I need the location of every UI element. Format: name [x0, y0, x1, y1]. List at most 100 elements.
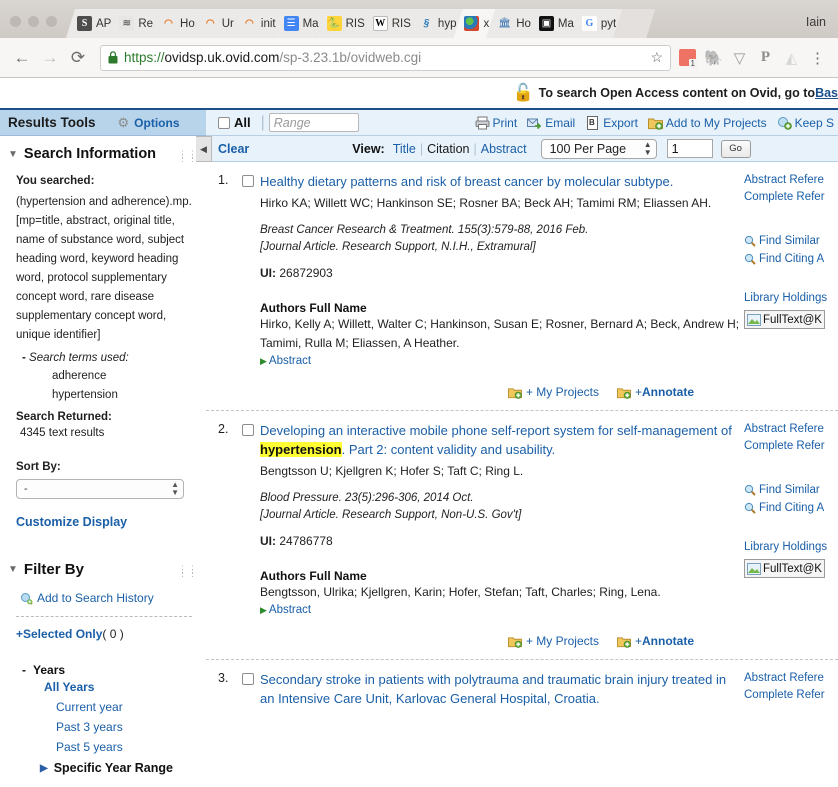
window-close-button[interactable]: [10, 16, 21, 27]
select-spinner-icon: ▲ ▼: [643, 139, 652, 157]
hypothesis-icon: §: [423, 17, 430, 29]
calendar-icon[interactable]: [679, 49, 697, 68]
complete-reference-link[interactable]: Complete Refer: [744, 189, 838, 206]
filter-past-5-years[interactable]: Past 5 years: [56, 737, 198, 757]
browser-omnibar-row: ← → ⟳ https://ovidsp.uk.ovid.com/sp-3.23…: [0, 38, 838, 78]
loading-spinner-icon: ◠: [205, 17, 215, 29]
abstract-reference-link[interactable]: Abstract Refere: [744, 421, 838, 438]
search-information-header[interactable]: ▼ Search Information ⋮⋮ ⋮⋮: [0, 136, 206, 166]
print-label: Print: [492, 115, 518, 130]
abstract-reference-link[interactable]: Abstract Refere: [744, 172, 838, 189]
browser-tab-ris-1[interactable]: 🐍 RIS: [316, 9, 371, 38]
view-option-title[interactable]: Title: [393, 142, 416, 156]
sort-by-select[interactable]: - ▲ ▼: [16, 479, 184, 499]
filter-current-year[interactable]: Current year: [56, 697, 198, 717]
address-bar[interactable]: https://ovidsp.uk.ovid.com/sp-3.23.1b/ov…: [100, 44, 671, 71]
annotate-button[interactable]: + Annotate: [617, 385, 694, 399]
drag-grip-icon[interactable]: ⋮⋮ ⋮⋮: [178, 150, 198, 163]
forward-button[interactable]: →: [36, 44, 64, 72]
page-number-input[interactable]: 1: [666, 139, 713, 158]
library-holdings-link[interactable]: Library Holdings: [744, 539, 838, 556]
result-checkbox[interactable]: [242, 673, 254, 685]
add-to-my-projects-button[interactable]: + My Projects: [507, 385, 599, 399]
browser-tab-ma-2[interactable]: ▣ Ma: [528, 9, 580, 38]
email-button[interactable]: Email: [527, 116, 575, 130]
find-similar-link[interactable]: Find Similar: [744, 232, 838, 250]
export-button[interactable]: B Export: [585, 115, 638, 130]
go-button[interactable]: Go: [720, 139, 751, 158]
filter-specific-year-range[interactable]: ▶ Specific Year Range: [40, 761, 198, 775]
result-title-link[interactable]: Developing an interactive mobile phone s…: [260, 421, 740, 459]
filter-by-header[interactable]: ▼ Filter By ⋮⋮ ⋮⋮: [0, 551, 206, 582]
add-to-search-history-link[interactable]: Add to Search History: [20, 591, 198, 605]
find-citing-articles-link[interactable]: Find Citing A: [744, 250, 838, 268]
abstract-label: Abstract: [268, 604, 312, 616]
keep-selected-button[interactable]: Keep S: [777, 116, 834, 130]
result-title-link[interactable]: Healthy dietary patterns and risk of bre…: [260, 172, 673, 191]
selected-only-count: ( 0 ): [102, 627, 124, 641]
complete-reference-link[interactable]: Complete Refer: [744, 687, 838, 704]
chrome-menu-icon[interactable]: ⋮: [809, 49, 826, 67]
find-similar-link[interactable]: Find Similar: [744, 481, 838, 499]
window-maximize-button[interactable]: [46, 16, 57, 27]
browser-tab-ris-2[interactable]: W RIS: [362, 9, 417, 38]
view-option-abstract[interactable]: Abstract: [481, 142, 527, 156]
fulltext-button[interactable]: FullText@K: [744, 559, 825, 578]
years-filter-header[interactable]: - Years: [22, 663, 198, 677]
google-icon: G: [582, 16, 597, 31]
per-page-select[interactable]: 100 Per Page ▲ ▼: [540, 138, 657, 159]
options-link[interactable]: Options: [134, 116, 179, 130]
sidebar-collapse-button[interactable]: ◀: [196, 136, 212, 162]
selected-only-link[interactable]: +Selected Only( 0 ): [16, 627, 198, 641]
clear-link[interactable]: Clear: [218, 142, 249, 156]
complete-reference-link[interactable]: Complete Refer: [744, 438, 838, 455]
result-title-link[interactable]: Secondary stroke in patients with polytr…: [260, 670, 740, 708]
fulltext-button[interactable]: FullText@K: [744, 310, 825, 329]
add-to-my-projects-button[interactable]: Add to My Projects: [647, 116, 767, 130]
profile-name[interactable]: Iain: [806, 15, 838, 38]
pocket-icon[interactable]: ▽: [731, 49, 748, 67]
page-body: Results Tools ⚙ Options ◀ ▼ Search Infor…: [0, 110, 838, 787]
find-citing-label: Find Citing A: [759, 502, 825, 514]
window-controls[interactable]: [6, 16, 66, 38]
authors-full-name: Hirko, Kelly A; Willett, Walter C; Hanki…: [260, 317, 740, 350]
library-holdings-link[interactable]: Library Holdings: [744, 290, 838, 307]
result-checkbox[interactable]: [242, 424, 254, 436]
magnifier-icon: [744, 253, 756, 265]
export-icon: B: [585, 115, 600, 130]
customize-display-link[interactable]: Customize Display: [16, 515, 198, 529]
browser-tab-label: AP: [96, 17, 112, 30]
chevron-right-icon: ▶: [40, 762, 48, 774]
result-side-links: Abstract Refere Complete Refer Find Simi…: [740, 421, 838, 659]
select-all-checkbox[interactable]: [218, 116, 230, 129]
pinterest-icon[interactable]: P: [757, 49, 774, 66]
sort-by-label: Sort By:: [16, 461, 61, 473]
basic-search-link[interactable]: Bas: [815, 86, 838, 100]
evernote-icon[interactable]: 🐘: [704, 49, 723, 67]
browser-tab-label: Ho: [516, 17, 531, 30]
range-input[interactable]: Range: [268, 113, 359, 132]
drive-icon[interactable]: ◭: [783, 49, 800, 67]
back-button[interactable]: ←: [8, 44, 36, 72]
browser-tab-ma-1[interactable]: ☰ Ma: [273, 9, 325, 38]
gear-icon[interactable]: ⚙: [118, 115, 130, 131]
abstract-toggle[interactable]: ▶ Abstract: [260, 355, 740, 367]
find-citing-articles-link[interactable]: Find Citing A: [744, 499, 838, 517]
print-button[interactable]: Print: [475, 115, 518, 130]
abstract-toggle[interactable]: ▶ Abstract: [260, 604, 740, 616]
browser-tab-hyp[interactable]: § hyp: [408, 9, 463, 38]
filter-all-years[interactable]: All Years: [44, 677, 198, 697]
annotate-button[interactable]: + Annotate: [617, 634, 694, 648]
result-checkbox[interactable]: [242, 175, 254, 187]
browser-tab-pyt[interactable]: G pyt: [571, 9, 622, 38]
reload-button[interactable]: ⟳: [64, 44, 92, 72]
abstract-reference-link[interactable]: Abstract Refere: [744, 670, 838, 687]
bookmark-star-icon[interactable]: ☆: [650, 49, 663, 66]
filter-past-3-years[interactable]: Past 3 years: [56, 717, 198, 737]
fulltext-label: FullText@K: [763, 562, 822, 575]
view-option-citation[interactable]: Citation: [427, 142, 469, 156]
add-to-my-projects-button[interactable]: + My Projects: [507, 634, 599, 648]
browser-tab-ap[interactable]: S AP: [66, 9, 117, 38]
window-minimize-button[interactable]: [28, 16, 39, 27]
drag-grip-icon[interactable]: ⋮⋮ ⋮⋮: [178, 565, 198, 578]
